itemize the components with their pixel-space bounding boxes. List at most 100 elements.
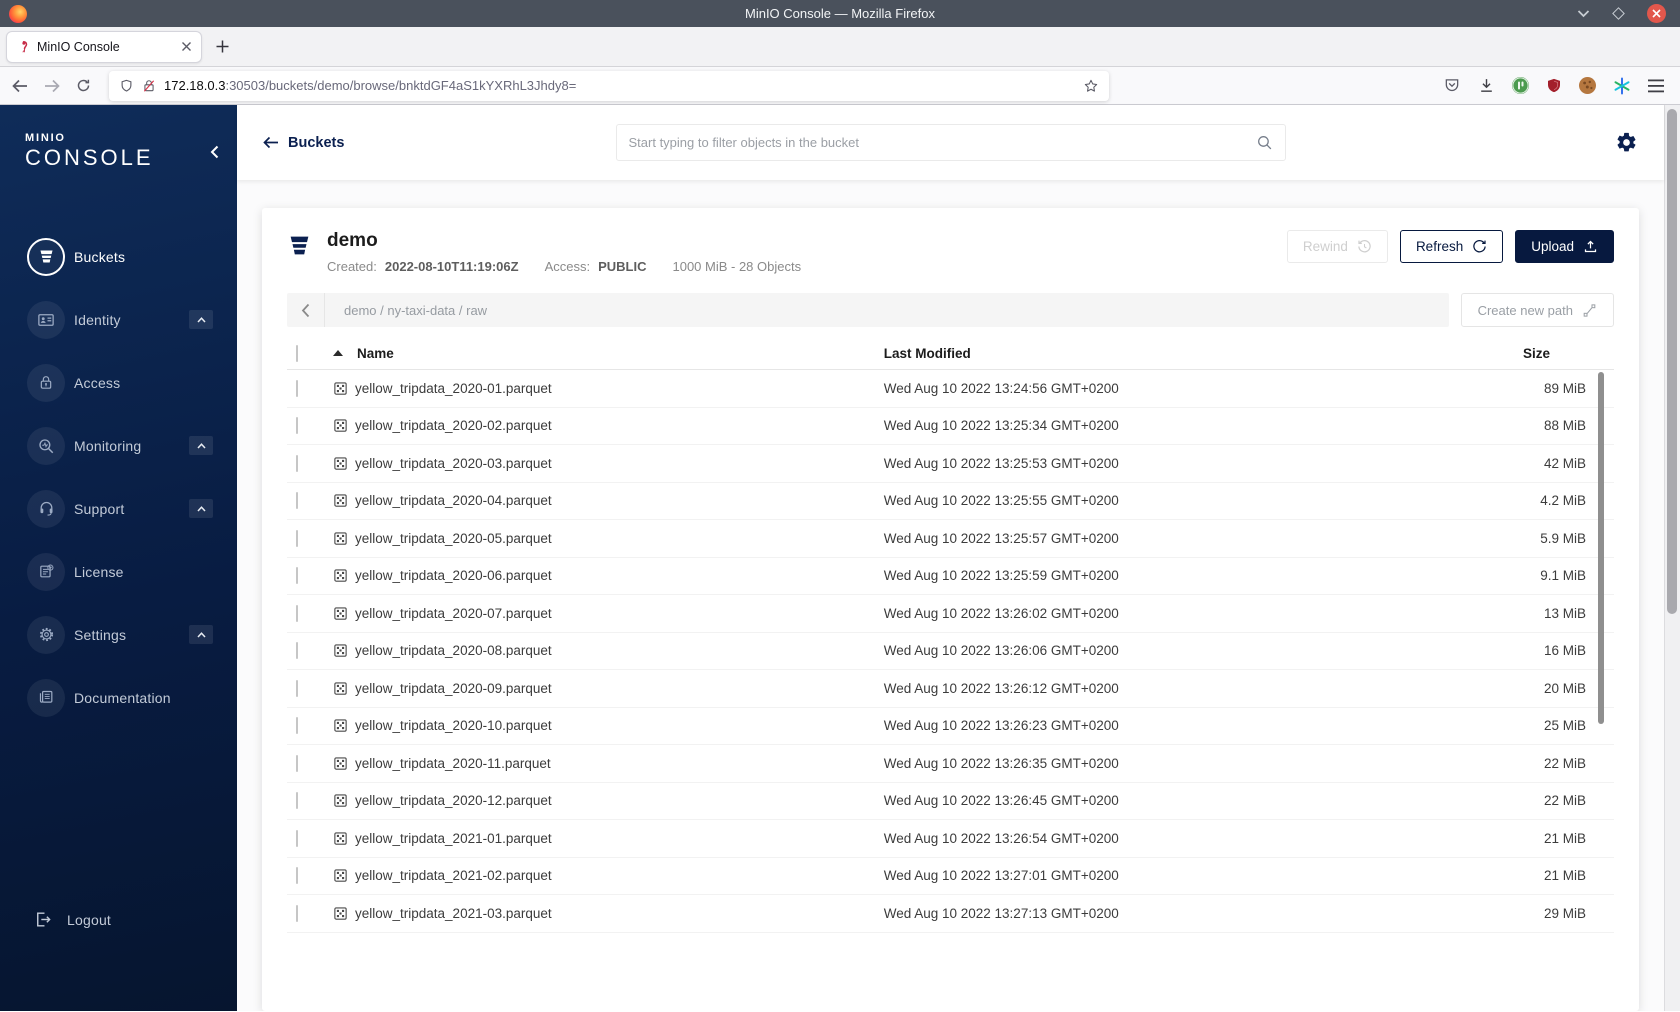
object-row[interactable]: yellow_tripdata_2020-04.parquet Wed Aug …: [287, 483, 1614, 520]
object-name: yellow_tripdata_2020-07.parquet: [355, 605, 552, 621]
object-row[interactable]: yellow_tripdata_2020-05.parquet Wed Aug …: [287, 520, 1614, 558]
new-tab-button[interactable]: [216, 40, 229, 53]
rewind-button[interactable]: Rewind: [1286, 230, 1388, 263]
back-to-buckets-link[interactable]: Buckets: [263, 135, 344, 151]
page-header: Buckets: [237, 105, 1664, 180]
created-value: 2022-08-10T11:19:06Z: [384, 259, 519, 274]
table-scrollbar-thumb[interactable]: [1598, 372, 1604, 724]
object-row[interactable]: yellow_tripdata_2021-02.parquet Wed Aug …: [287, 858, 1614, 895]
console-settings-gear-icon[interactable]: [1615, 131, 1638, 154]
tab-close-icon[interactable]: [181, 41, 192, 52]
insecure-lock-icon[interactable]: [142, 78, 156, 94]
chevron-up-icon[interactable]: [189, 499, 213, 518]
back-button[interactable]: [12, 79, 28, 93]
extension-green-icon[interactable]: [1512, 77, 1529, 94]
row-checkbox[interactable]: [296, 754, 298, 772]
sidebar-item-label: License: [74, 563, 124, 580]
object-row[interactable]: yellow_tripdata_2020-01.parquet Wed Aug …: [287, 370, 1614, 408]
column-header-size[interactable]: Size: [1484, 346, 1614, 361]
row-checkbox[interactable]: [296, 792, 298, 810]
object-last-modified: Wed Aug 10 2022 13:26:02 GMT+0200: [883, 605, 1119, 621]
row-checkbox[interactable]: [296, 867, 298, 885]
create-new-path-button[interactable]: Create new path: [1460, 293, 1614, 327]
select-all-checkbox[interactable]: [296, 344, 298, 362]
window-close-button[interactable]: [1647, 4, 1666, 23]
object-row[interactable]: yellow_tripdata_2020-09.parquet Wed Aug …: [287, 670, 1614, 708]
row-checkbox[interactable]: [296, 717, 298, 735]
refresh-button[interactable]: Refresh: [1399, 230, 1504, 263]
parquet-file-icon: [334, 832, 347, 845]
row-checkbox[interactable]: [296, 567, 298, 585]
bucket-icon: [287, 233, 312, 258]
object-size: 88 MiB: [1543, 418, 1586, 434]
upload-button[interactable]: Upload: [1515, 230, 1614, 263]
row-checkbox[interactable]: [296, 904, 298, 922]
sidebar-item-buckets[interactable]: Buckets: [0, 225, 237, 288]
sidebar-item-identity[interactable]: Identity: [0, 288, 237, 351]
ublock-shield-icon[interactable]: [1546, 77, 1562, 94]
object-size: 13 MiB: [1543, 605, 1586, 621]
sidebar-item-support[interactable]: Support: [0, 477, 237, 540]
object-row[interactable]: yellow_tripdata_2020-06.parquet Wed Aug …: [287, 558, 1614, 595]
object-row[interactable]: yellow_tripdata_2020-08.parquet Wed Aug …: [287, 633, 1614, 670]
chevron-up-icon[interactable]: [189, 310, 213, 329]
hamburger-menu-icon[interactable]: [1648, 79, 1664, 93]
row-checkbox[interactable]: [296, 642, 298, 660]
cookie-extension-icon[interactable]: [1579, 77, 1596, 94]
chevron-up-icon[interactable]: [189, 625, 213, 644]
sidebar-item-monitoring[interactable]: Monitoring: [0, 414, 237, 477]
forward-button[interactable]: [44, 79, 60, 93]
column-header-last-modified[interactable]: Last Modified: [884, 346, 1484, 361]
browser-scrollbar-thumb[interactable]: [1667, 109, 1677, 614]
object-size: 21 MiB: [1543, 830, 1586, 846]
object-row[interactable]: yellow_tripdata_2020-12.parquet Wed Aug …: [287, 783, 1614, 820]
row-checkbox[interactable]: [296, 454, 298, 472]
object-name: yellow_tripdata_2020-01.parquet: [355, 380, 552, 396]
object-row[interactable]: yellow_tripdata_2020-03.parquet Wed Aug …: [287, 445, 1614, 483]
object-row[interactable]: yellow_tripdata_2020-11.parquet Wed Aug …: [287, 745, 1614, 783]
window-minimize-icon[interactable]: [1577, 9, 1590, 18]
parquet-file-icon: [334, 644, 347, 657]
parquet-file-icon: [334, 419, 347, 432]
row-checkbox[interactable]: [296, 679, 298, 697]
reload-button[interactable]: [76, 78, 91, 93]
object-row[interactable]: yellow_tripdata_2021-03.parquet Wed Aug …: [287, 895, 1614, 933]
browser-scrollbar[interactable]: [1664, 105, 1680, 1011]
breadcrumb[interactable]: demo / ny-taxi-data / raw: [344, 303, 487, 318]
gear-icon: [27, 615, 65, 654]
url-bar[interactable]: 172.18.0.3:30503/buckets/demo/browse/bnk…: [109, 70, 1109, 101]
window-maximize-icon[interactable]: [1612, 7, 1625, 20]
sidebar-item-access[interactable]: Access: [0, 351, 237, 414]
object-row[interactable]: yellow_tripdata_2020-02.parquet Wed Aug …: [287, 408, 1614, 445]
row-checkbox[interactable]: [296, 417, 298, 435]
object-row[interactable]: yellow_tripdata_2021-01.parquet Wed Aug …: [287, 820, 1614, 858]
shield-permissions-icon[interactable]: [119, 78, 134, 94]
extension-asterisk-icon[interactable]: [1613, 77, 1631, 95]
object-filter-search[interactable]: [615, 124, 1286, 161]
row-checkbox[interactable]: [296, 604, 298, 622]
sidebar-item-logout[interactable]: Logout: [0, 910, 237, 929]
pocket-icon[interactable]: [1443, 77, 1461, 94]
object-row[interactable]: yellow_tripdata_2020-10.parquet Wed Aug …: [287, 708, 1614, 745]
search-input[interactable]: [628, 135, 1256, 150]
object-size: 4.2 MiB: [1540, 493, 1586, 509]
sidebar-item-settings[interactable]: Settings: [0, 603, 237, 666]
downloads-icon[interactable]: [1478, 77, 1495, 94]
column-header-name[interactable]: Name: [357, 346, 394, 361]
browser-tab[interactable]: MinIO Console: [6, 30, 202, 63]
parquet-file-icon: [334, 382, 347, 395]
row-checkbox[interactable]: [296, 379, 298, 397]
sidebar-item-label: Access: [74, 374, 121, 391]
row-checkbox[interactable]: [296, 529, 298, 547]
row-checkbox[interactable]: [296, 829, 298, 847]
path-back-chevron[interactable]: [287, 293, 325, 327]
chevron-up-icon[interactable]: [189, 436, 213, 455]
object-row[interactable]: yellow_tripdata_2020-07.parquet Wed Aug …: [287, 595, 1614, 633]
sort-ascending-icon[interactable]: [333, 350, 343, 356]
bookmark-star-icon[interactable]: [1083, 78, 1099, 94]
row-checkbox[interactable]: [296, 492, 298, 510]
sidebar-item-license[interactable]: License: [0, 540, 237, 603]
sidebar-item-documentation[interactable]: Documentation: [0, 666, 237, 729]
bucket-icon: [27, 237, 65, 276]
sidebar-collapse-icon[interactable]: [210, 145, 219, 159]
